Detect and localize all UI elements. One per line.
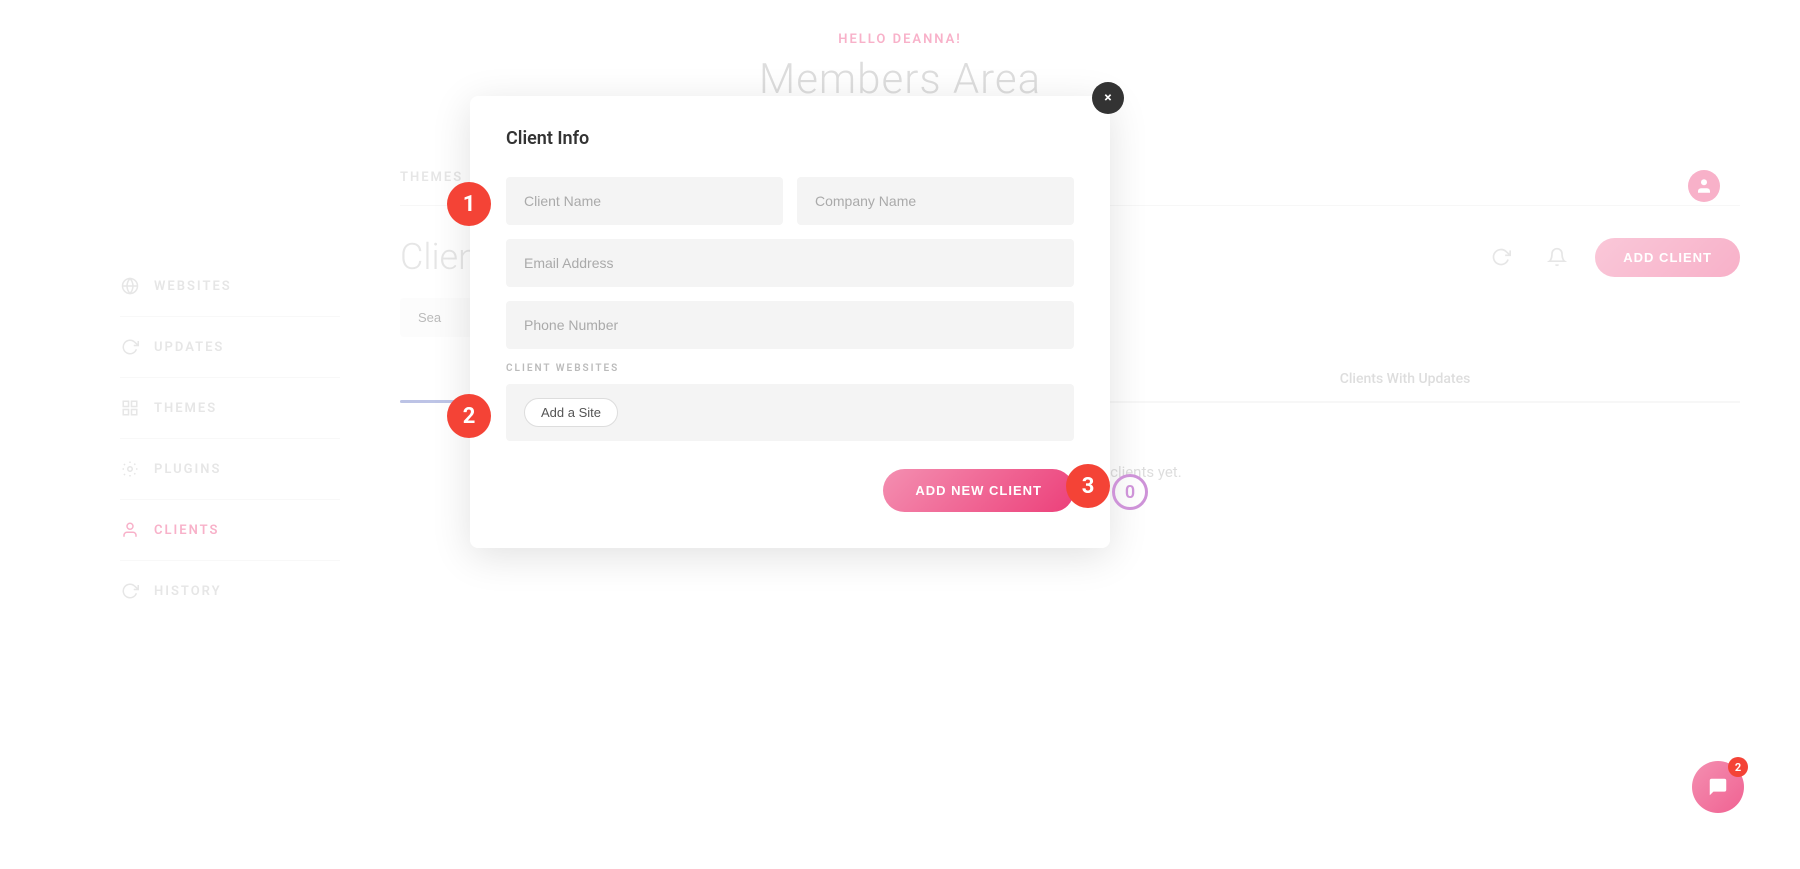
- step-badge-2: 2: [447, 394, 491, 438]
- websites-label: CLIENT WEBSITES: [506, 363, 1074, 374]
- step-badge-3: 3: [1066, 464, 1110, 508]
- phone-input[interactable]: [506, 301, 1074, 349]
- modal-close-button[interactable]: ×: [1092, 82, 1124, 114]
- modal-name-row: [506, 177, 1074, 225]
- client-websites-section: CLIENT WEBSITES Add a Site: [506, 363, 1074, 441]
- step-badge-1: 1: [447, 182, 491, 226]
- modal-email-row: [506, 239, 1074, 287]
- client-info-modal: × Client Info CLIENT WEBSITES Add a Site…: [470, 96, 1110, 548]
- company-name-input[interactable]: [797, 177, 1074, 225]
- modal-footer: ADD NEW CLIENT: [506, 469, 1074, 512]
- email-input[interactable]: [506, 239, 1074, 287]
- client-name-input[interactable]: [506, 177, 783, 225]
- chat-badge: 2: [1728, 757, 1748, 777]
- modal-phone-row: [506, 301, 1074, 349]
- websites-area: Add a Site: [506, 384, 1074, 441]
- modal-title: Client Info: [506, 128, 1074, 149]
- add-site-button[interactable]: Add a Site: [524, 398, 618, 427]
- add-new-client-button[interactable]: ADD NEW CLIENT: [883, 469, 1074, 512]
- step-badge-3-circle: 0: [1112, 474, 1148, 510]
- chat-button[interactable]: 2: [1692, 761, 1744, 813]
